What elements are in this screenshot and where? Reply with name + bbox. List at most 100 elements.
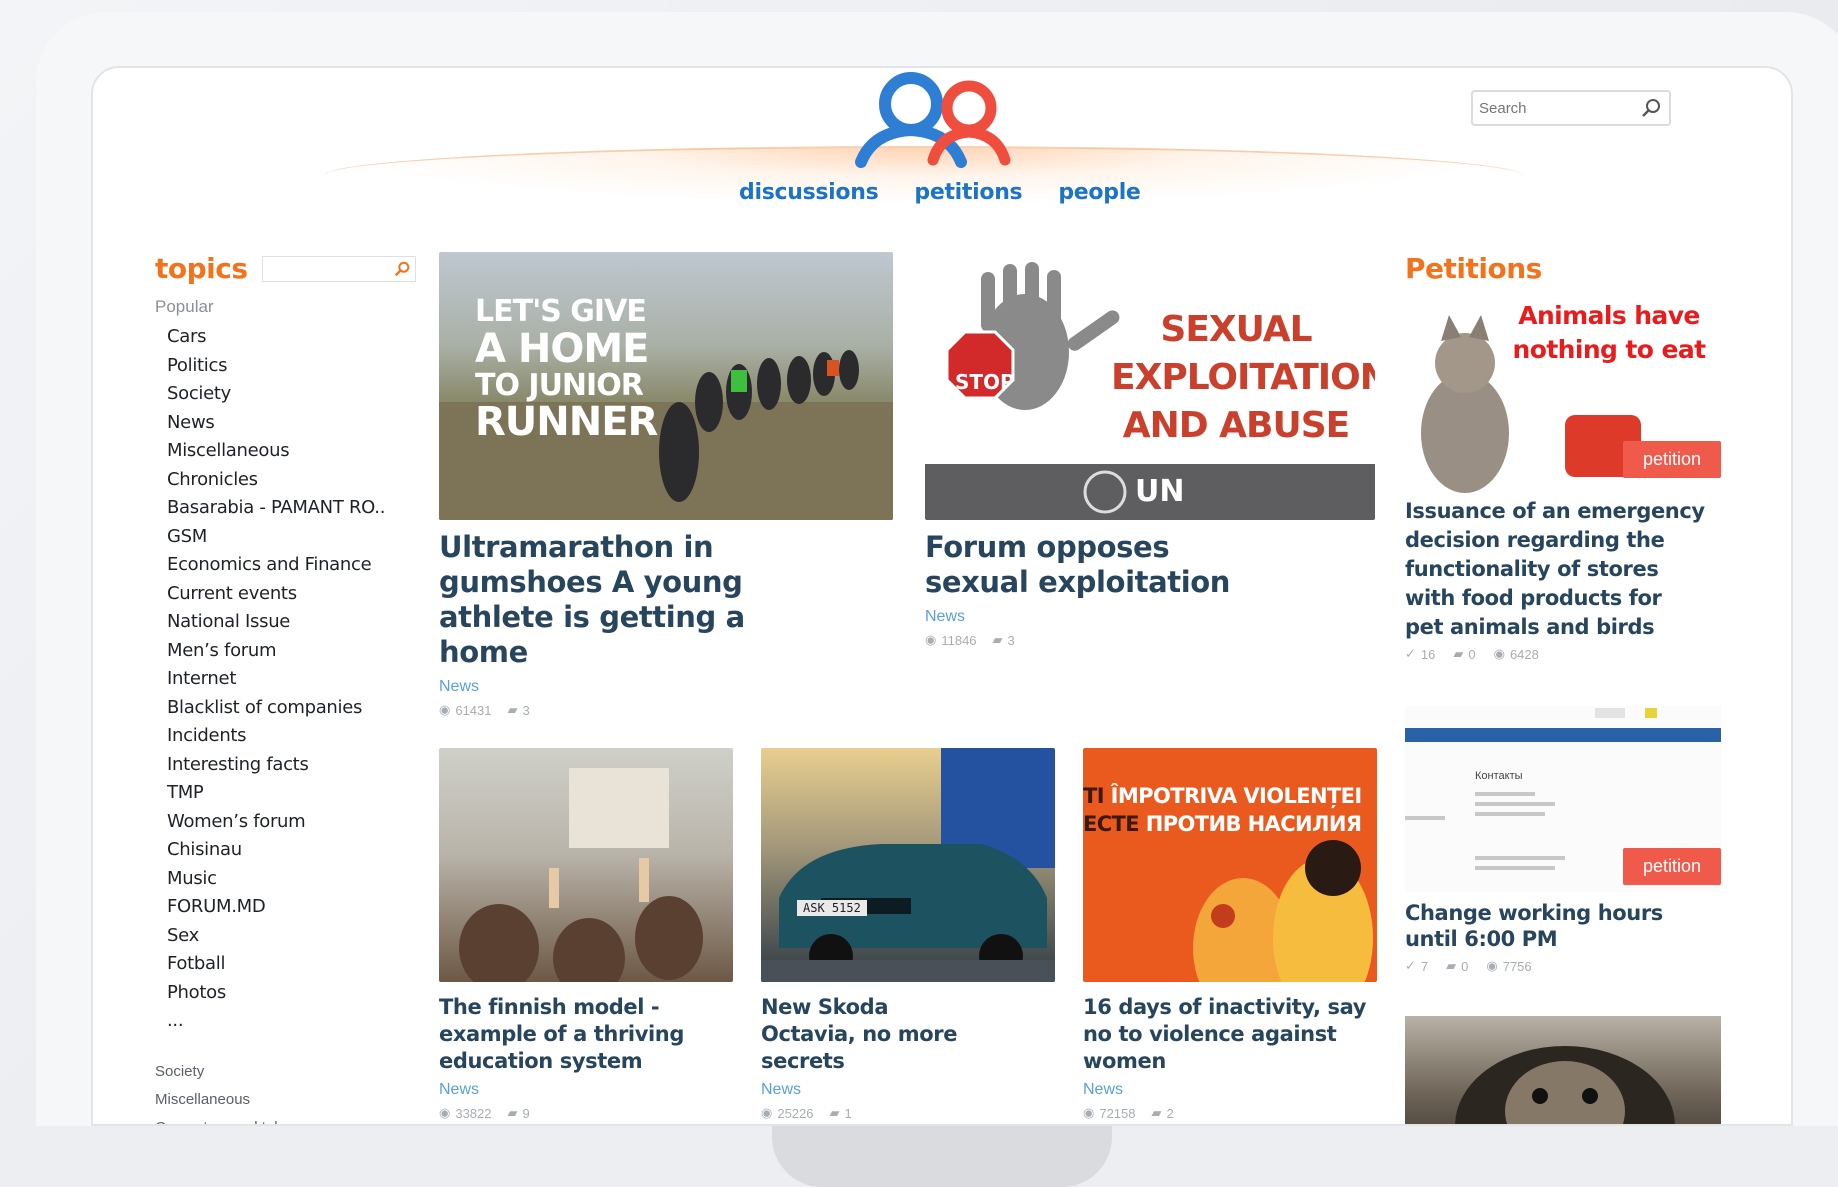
featured-article-card[interactable]: LET'S GIVE A HOME TO JUNIOR RUNNER Ultra… xyxy=(439,252,893,718)
comment-icon: ▰ xyxy=(992,632,1003,647)
article-card[interactable]: The finnish model - example of a thrivin… xyxy=(439,748,733,1121)
browser-screen: discussions petitions people topics Popu… xyxy=(91,66,1793,1126)
topic-item[interactable]: Cars xyxy=(167,323,435,352)
petition-card[interactable]: Animals have nothing to eat petition Iss… xyxy=(1405,293,1721,662)
petition-badge[interactable]: petition xyxy=(1622,848,1721,885)
article-category[interactable]: News xyxy=(439,678,893,696)
article-image[interactable] xyxy=(439,748,733,982)
topic-item[interactable]: News xyxy=(167,409,435,438)
topic-item[interactable]: Fotball xyxy=(167,950,435,979)
eye-icon: ◉ xyxy=(439,1105,451,1120)
search-input[interactable] xyxy=(1479,99,1639,117)
views-count: 6428 xyxy=(1509,646,1539,662)
featured-article-card[interactable]: STOP SEXUAL EXPLOITATION AND ABUSE UN Fo… xyxy=(925,252,1375,648)
topic-item-more[interactable]: ... xyxy=(167,1007,435,1036)
search-icon[interactable] xyxy=(393,260,411,278)
section-item[interactable]: Miscellaneous xyxy=(155,1086,435,1114)
image-text: ÎMPOTRIVA VIOLENȚEI xyxy=(1110,784,1363,808)
article-title[interactable]: 16 days of inactivity, say no to violenc… xyxy=(1083,994,1377,1075)
section-item[interactable]: Society xyxy=(155,1058,435,1086)
nav-people[interactable]: people xyxy=(1058,180,1141,205)
eye-icon: ◉ xyxy=(1083,1105,1095,1120)
topic-item[interactable]: Politics xyxy=(167,352,435,381)
views-count: 72158 xyxy=(1099,1105,1136,1121)
comment-icon: ▰ xyxy=(1446,958,1457,973)
eye-icon: ◉ xyxy=(761,1105,773,1120)
topic-item[interactable]: Internet xyxy=(167,665,435,694)
petition-image-heading: Контакты xyxy=(1475,770,1523,782)
comments-count: 9 xyxy=(522,1105,530,1121)
article-stats: ◉ 72158 ▰ 2 xyxy=(1083,1105,1377,1121)
article-title[interactable]: New Skoda Octavia, no more secrets xyxy=(761,994,981,1075)
image-text: TO JUNIOR xyxy=(475,367,644,403)
image-text: ПРОТИВ НАСИЛИЯ xyxy=(1145,812,1362,836)
article-category[interactable]: News xyxy=(1083,1081,1377,1099)
petitions-title[interactable]: Petitions xyxy=(1405,252,1721,285)
article-title[interactable]: Ultramarathon in gumshoes A young athlet… xyxy=(439,530,839,670)
topics-search-input[interactable] xyxy=(261,255,416,282)
topic-item[interactable]: TMP xyxy=(167,779,435,808)
article-image[interactable]: STOP SEXUAL EXPLOITATION AND ABUSE UN xyxy=(925,252,1375,520)
topic-item[interactable]: Women’s forum xyxy=(167,808,435,837)
topic-item[interactable]: Interesting facts xyxy=(167,751,435,780)
article-title[interactable]: The finnish model - example of a thrivin… xyxy=(439,994,733,1075)
article-image[interactable]: LET'S GIVE A HOME TO JUNIOR RUNNER xyxy=(439,252,893,520)
petition-image[interactable]: Контакты petition xyxy=(1405,706,1721,892)
comments-count: 0 xyxy=(1461,958,1469,974)
eye-icon: ◉ xyxy=(1486,958,1498,973)
article-card[interactable]: TI ÎMPOTRIVA VIOLENȚEI ECTE ПРОТИВ НАСИЛ… xyxy=(1083,748,1377,1121)
comment-icon: ▰ xyxy=(829,1105,840,1120)
eye-icon: ◉ xyxy=(925,632,937,647)
topic-item[interactable]: Photos xyxy=(167,979,435,1008)
article-card[interactable]: ASK 5152 New Skoda Octavia, no more secr… xyxy=(761,748,1055,1121)
views-count: 7756 xyxy=(1502,958,1532,974)
section-item[interactable]: Computers and telecommu- xyxy=(155,1114,435,1125)
petition-title[interactable]: Issuance of an emergency decision regard… xyxy=(1405,497,1705,642)
popular-label: Popular xyxy=(155,297,214,316)
eye-icon: ◉ xyxy=(1493,646,1505,661)
topic-item[interactable]: Basarabia - PAMANT RO.. xyxy=(167,494,435,523)
article-image[interactable]: ASK 5152 xyxy=(761,748,1055,982)
article-category[interactable]: News xyxy=(761,1081,1055,1099)
topic-item[interactable]: Chronicles xyxy=(167,466,435,495)
topic-item[interactable]: Miscellaneous xyxy=(167,437,435,466)
topic-item[interactable]: GSM xyxy=(167,523,435,552)
license-plate: ASK 5152 xyxy=(797,900,867,916)
nav-discussions[interactable]: discussions xyxy=(739,180,879,205)
search-box[interactable] xyxy=(1471,90,1671,126)
petition-title[interactable]: Change working hours until 6:00 PM xyxy=(1405,900,1705,952)
topic-item[interactable]: Incidents xyxy=(167,722,435,751)
topic-item[interactable]: Men’s forum xyxy=(167,637,435,666)
article-stats: ◉ 33822 ▰ 9 xyxy=(439,1105,733,1121)
topic-item[interactable]: FORUM.MD xyxy=(167,893,435,922)
topic-item[interactable]: Sex xyxy=(167,922,435,951)
topic-item[interactable]: Music xyxy=(167,865,435,894)
section-list: Society Miscellaneous Computers and tele… xyxy=(155,1058,435,1125)
check-icon: ✓ xyxy=(1405,646,1416,661)
comments-count: 0 xyxy=(1468,646,1476,662)
comment-icon: ▰ xyxy=(507,702,518,717)
article-image[interactable]: TI ÎMPOTRIVA VIOLENȚEI ECTE ПРОТИВ НАСИЛ… xyxy=(1083,748,1377,982)
views-count: 11846 xyxy=(941,632,977,648)
topic-item[interactable]: Society xyxy=(167,380,435,409)
topic-item[interactable]: Current events xyxy=(167,580,435,609)
topic-item[interactable]: Chisinau xyxy=(167,836,435,865)
petition-badge[interactable]: petition xyxy=(1622,441,1721,478)
article-category[interactable]: News xyxy=(925,608,1375,626)
image-text: ECTE xyxy=(1083,812,1140,836)
nav-petitions[interactable]: petitions xyxy=(914,180,1022,205)
views-count: 25226 xyxy=(777,1105,814,1121)
search-icon[interactable] xyxy=(1641,98,1661,118)
petition-image[interactable]: Animals have nothing to eat petition xyxy=(1405,293,1721,493)
article-category[interactable]: News xyxy=(439,1081,733,1099)
topic-item[interactable]: Blacklist of companies xyxy=(167,694,435,723)
people-logo-icon xyxy=(855,72,1011,168)
topic-item[interactable]: National Issue xyxy=(167,608,435,637)
comments-count: 3 xyxy=(522,702,530,718)
petition-image[interactable] xyxy=(1405,1016,1721,1124)
article-title[interactable]: Forum opposes sexual exploitation xyxy=(925,530,1265,600)
petition-card[interactable]: Контакты petition Change working hours u… xyxy=(1405,706,1721,974)
site-logo[interactable] xyxy=(833,70,1033,170)
topic-item[interactable]: Economics and Finance xyxy=(167,551,435,580)
image-text: SEXUAL xyxy=(1160,309,1312,350)
